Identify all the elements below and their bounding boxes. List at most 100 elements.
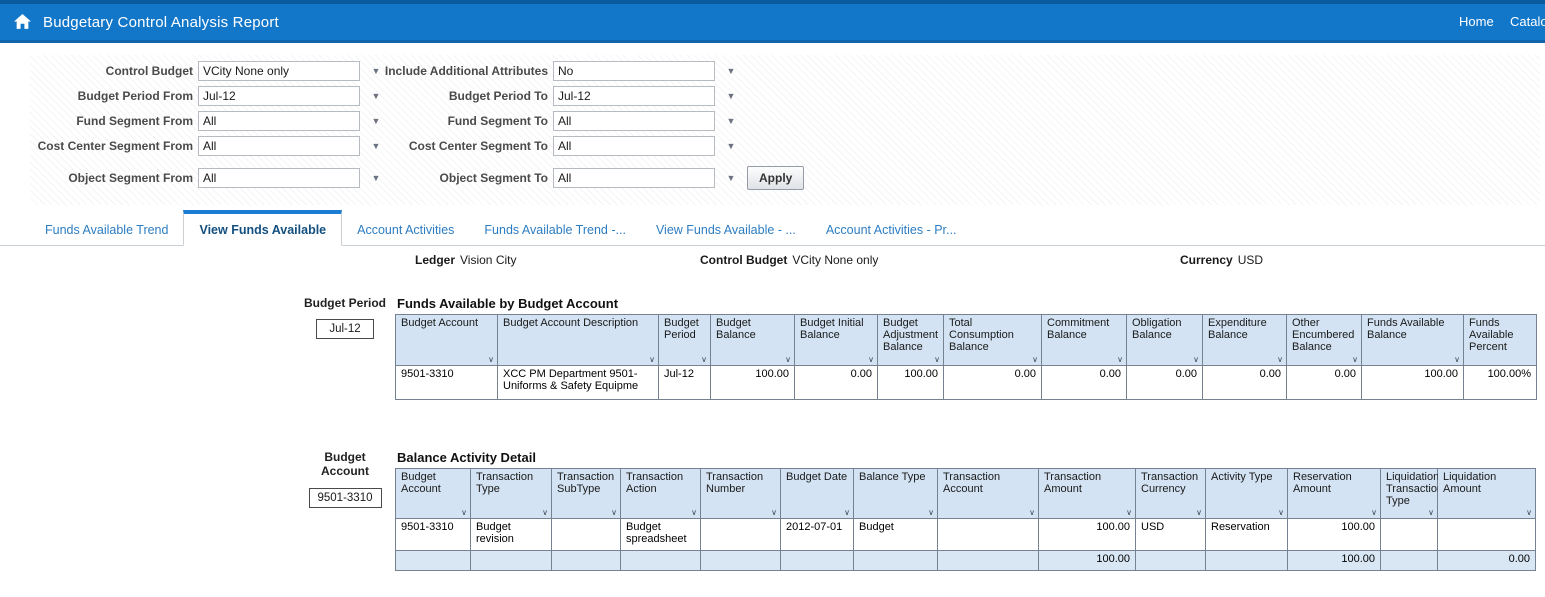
column-header[interactable]: Budget Account Description ∨ [497, 314, 659, 366]
dropdown-arrow-icon[interactable]: ▼ [369, 141, 383, 151]
column-header-label: Budget Initial Balance [800, 317, 864, 341]
sort-dropdown-icon[interactable]: ∨ [868, 356, 874, 364]
column-header[interactable]: Funds Available Balance ∨ [1361, 314, 1464, 366]
tab-account-activities-pr[interactable]: Account Activities - Pr... [811, 210, 972, 245]
column-header-label: Activity Type [1211, 471, 1273, 483]
control-budget-input[interactable] [198, 61, 360, 81]
sort-dropdown-icon[interactable]: ∨ [1428, 509, 1434, 517]
sort-dropdown-icon[interactable]: ∨ [461, 509, 467, 517]
dropdown-arrow-icon[interactable]: ▼ [724, 173, 738, 183]
sort-dropdown-icon[interactable]: ∨ [701, 356, 707, 364]
column-header[interactable]: Transaction Action ∨ [620, 468, 701, 519]
object-segment-from-input[interactable] [198, 168, 360, 188]
funds-available-section: Budget Period Jul-12 Funds Available by … [0, 296, 1545, 400]
fund-segment-from-label: Fund Segment From [76, 114, 193, 128]
column-header[interactable]: Obligation Balance ∨ [1126, 314, 1203, 366]
include-additional-attributes-input[interactable] [553, 61, 715, 81]
dropdown-arrow-icon[interactable]: ▼ [724, 141, 738, 151]
column-header[interactable]: Transaction Number ∨ [700, 468, 781, 519]
sort-dropdown-icon[interactable]: ∨ [1126, 509, 1132, 517]
column-header[interactable]: Budget Date ∨ [780, 468, 854, 519]
sort-dropdown-icon[interactable]: ∨ [1454, 356, 1460, 364]
sort-dropdown-icon[interactable]: ∨ [771, 509, 777, 517]
column-header-label: Liquidation Amount [1443, 471, 1497, 495]
app-header-bar: Budgetary Control Analysis Report Home C… [0, 4, 1545, 43]
tab-view-funds-available-2[interactable]: View Funds Available - ... [641, 210, 811, 245]
sort-dropdown-icon[interactable]: ∨ [1278, 509, 1284, 517]
column-header[interactable]: Budget Period ∨ [658, 314, 711, 366]
cost-center-segment-from-input[interactable] [198, 136, 360, 156]
dropdown-arrow-icon[interactable]: ▼ [369, 173, 383, 183]
dropdown-arrow-icon[interactable]: ▼ [724, 66, 738, 76]
sort-dropdown-icon[interactable]: ∨ [928, 509, 934, 517]
sort-dropdown-icon[interactable]: ∨ [1029, 509, 1035, 517]
column-header[interactable]: Budget Initial Balance ∨ [794, 314, 878, 366]
filter-row: Budget Period From ▼ Budget Period To ▼ [30, 86, 1540, 106]
object-segment-to-input[interactable] [553, 168, 715, 188]
nav-home-link[interactable]: Home [1459, 14, 1494, 29]
column-header[interactable]: Budget Account ∨ [395, 468, 471, 519]
column-header[interactable]: Commitment Balance ∨ [1041, 314, 1127, 366]
column-header-label: Budget Balance [716, 317, 756, 341]
fund-segment-to-input[interactable] [553, 111, 715, 131]
column-header[interactable]: Balance Type ∨ [853, 468, 938, 519]
column-header[interactable]: Activity Type ∨ [1205, 468, 1288, 519]
sort-dropdown-icon[interactable]: ∨ [691, 509, 697, 517]
column-header[interactable]: Other Encumbered Balance ∨ [1286, 314, 1362, 366]
column-header[interactable]: Transaction Account ∨ [937, 468, 1039, 519]
column-header[interactable]: Funds Available Percent [1463, 314, 1537, 366]
dropdown-arrow-icon[interactable]: ▼ [724, 91, 738, 101]
tab-funds-available-trend-2[interactable]: Funds Available Trend -... [469, 210, 641, 245]
column-header[interactable]: Transaction Currency ∨ [1135, 468, 1206, 519]
column-header[interactable]: Total Consumption Balance ∨ [943, 314, 1042, 366]
column-header[interactable]: Transaction Amount ∨ [1038, 468, 1136, 519]
sort-dropdown-icon[interactable]: ∨ [934, 356, 940, 364]
column-header[interactable]: Reservation Amount ∨ [1287, 468, 1381, 519]
sort-dropdown-icon[interactable]: ∨ [1117, 356, 1123, 364]
sort-dropdown-icon[interactable]: ∨ [488, 356, 494, 364]
currency-label: Currency [1180, 253, 1233, 267]
column-header-label: Other Encumbered Balance [1292, 317, 1355, 353]
sort-dropdown-icon[interactable]: ∨ [1196, 509, 1202, 517]
dropdown-arrow-icon[interactable]: ▼ [369, 91, 383, 101]
sort-dropdown-icon[interactable]: ∨ [1277, 356, 1283, 364]
sort-dropdown-icon[interactable]: ∨ [649, 356, 655, 364]
dropdown-arrow-icon[interactable]: ▼ [369, 66, 383, 76]
home-icon[interactable] [14, 14, 31, 30]
column-header[interactable]: Liquidation Transaction Type ∨ [1380, 468, 1443, 519]
sort-dropdown-icon[interactable]: ∨ [1371, 509, 1377, 517]
column-header-label: Budget Date [786, 471, 848, 483]
report-context-header: Ledger Vision City Control Budget VCity No… [0, 253, 1545, 271]
dropdown-arrow-icon[interactable]: ▼ [369, 116, 383, 126]
column-header[interactable]: Transaction Type ∨ [470, 468, 552, 519]
column-header[interactable]: Liquidation Amount ∨ [1437, 468, 1536, 519]
sort-dropdown-icon[interactable]: ∨ [542, 509, 548, 517]
sort-dropdown-icon[interactable]: ∨ [844, 509, 850, 517]
sort-dropdown-icon[interactable]: ∨ [1352, 356, 1358, 364]
column-header[interactable]: Expenditure Balance ∨ [1202, 314, 1287, 366]
budget-period-prompt-value[interactable]: Jul-12 [316, 319, 374, 340]
column-header[interactable]: Budget Adjustment Balance ∨ [877, 314, 944, 366]
sort-dropdown-icon[interactable]: ∨ [611, 509, 617, 517]
fund-segment-from-input[interactable] [198, 111, 360, 131]
budget-period-to-input[interactable] [553, 86, 715, 106]
tab-account-activities[interactable]: Account Activities [342, 210, 469, 245]
nav-catalog-link[interactable]: Catalog [1510, 14, 1545, 29]
cost-center-segment-to-input[interactable] [553, 136, 715, 156]
budget-period-from-input[interactable] [198, 86, 360, 106]
budget-period-from-label: Budget Period From [77, 89, 193, 103]
column-header[interactable]: Budget Balance ∨ [710, 314, 795, 366]
sort-dropdown-icon[interactable]: ∨ [785, 356, 791, 364]
tab-funds-available-trend[interactable]: Funds Available Trend [30, 210, 183, 245]
object-segment-to-label: Object Segment To [439, 171, 548, 185]
dropdown-arrow-icon[interactable]: ▼ [724, 116, 738, 126]
column-header[interactable]: Transaction SubType ∨ [551, 468, 621, 519]
sort-dropdown-icon[interactable]: ∨ [1193, 356, 1199, 364]
total-cell [620, 550, 701, 571]
sort-dropdown-icon[interactable]: ∨ [1032, 356, 1038, 364]
budget-account-prompt-value[interactable]: 9501-3310 [308, 487, 382, 508]
tab-view-funds-available[interactable]: View Funds Available [183, 210, 343, 246]
sort-dropdown-icon[interactable]: ∨ [1526, 509, 1532, 517]
column-header[interactable]: Budget Account ∨ [395, 314, 498, 366]
apply-button[interactable]: Apply [747, 166, 805, 190]
